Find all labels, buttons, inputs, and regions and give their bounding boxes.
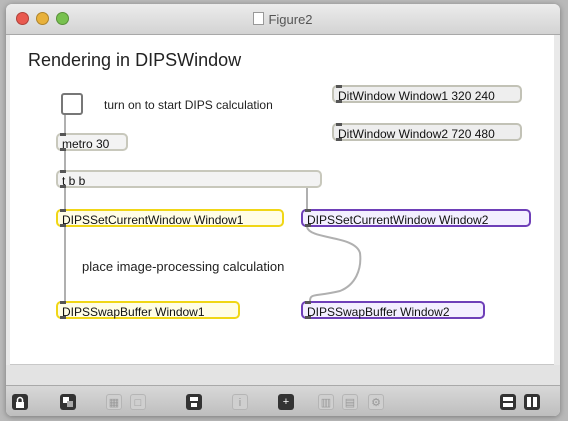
patch-cord[interactable] bbox=[306, 226, 362, 302]
add-icon[interactable]: + bbox=[278, 394, 294, 410]
save-icon[interactable] bbox=[186, 394, 202, 410]
patcher-heading: Rendering in DIPSWindow bbox=[28, 50, 242, 70]
status-strip bbox=[6, 365, 560, 385]
patcher-window: Figure2 Rendering in DIPSWindow turn on … bbox=[6, 4, 560, 416]
processing-comment: place image-processing calculation bbox=[82, 259, 285, 274]
lock-icon[interactable] bbox=[12, 394, 28, 410]
start-toggle[interactable] bbox=[61, 93, 83, 115]
toggle-comment: turn on to start DIPS calculation bbox=[104, 98, 273, 112]
ditwindow-window1-object[interactable]: DitWindow Window1 320 240 bbox=[332, 85, 522, 103]
trigger-object[interactable]: t b b bbox=[56, 170, 322, 188]
set-current-window2-object[interactable]: DIPSSetCurrentWindow Window2 bbox=[301, 209, 531, 227]
title-bar[interactable]: Figure2 bbox=[6, 4, 560, 35]
split-horizontal-icon[interactable] bbox=[500, 394, 516, 410]
new-object-icon[interactable]: □ bbox=[130, 394, 146, 410]
window-title-text: Figure2 bbox=[268, 12, 313, 27]
document-icon bbox=[253, 12, 265, 25]
set-current-window1-object[interactable]: DIPSSetCurrentWindow Window1 bbox=[56, 209, 284, 227]
patcher-toolbar: ▦ □ i + ▥ ▤ ⚙ bbox=[6, 385, 560, 416]
table-icon[interactable]: ▤ bbox=[342, 394, 358, 410]
split-vertical-icon[interactable] bbox=[524, 394, 540, 410]
swap-buffer-window2-object[interactable]: DIPSSwapBuffer Window2 bbox=[301, 301, 485, 319]
settings-icon[interactable]: ⚙ bbox=[368, 394, 384, 410]
grid-icon[interactable]: ▦ bbox=[106, 394, 122, 410]
presentation-icon[interactable] bbox=[60, 394, 76, 410]
ditwindow-window2-object[interactable]: DitWindow Window2 720 480 bbox=[332, 123, 522, 141]
swap-buffer-window1-object[interactable]: DIPSSwapBuffer Window1 bbox=[56, 301, 240, 319]
patcher-canvas[interactable]: Rendering in DIPSWindow turn on to start… bbox=[10, 35, 554, 365]
window-title: Figure2 bbox=[6, 12, 560, 27]
info-icon[interactable]: i bbox=[232, 394, 248, 410]
keypad-icon[interactable]: ▥ bbox=[318, 394, 334, 410]
metro-object[interactable]: metro 30 bbox=[56, 133, 128, 151]
